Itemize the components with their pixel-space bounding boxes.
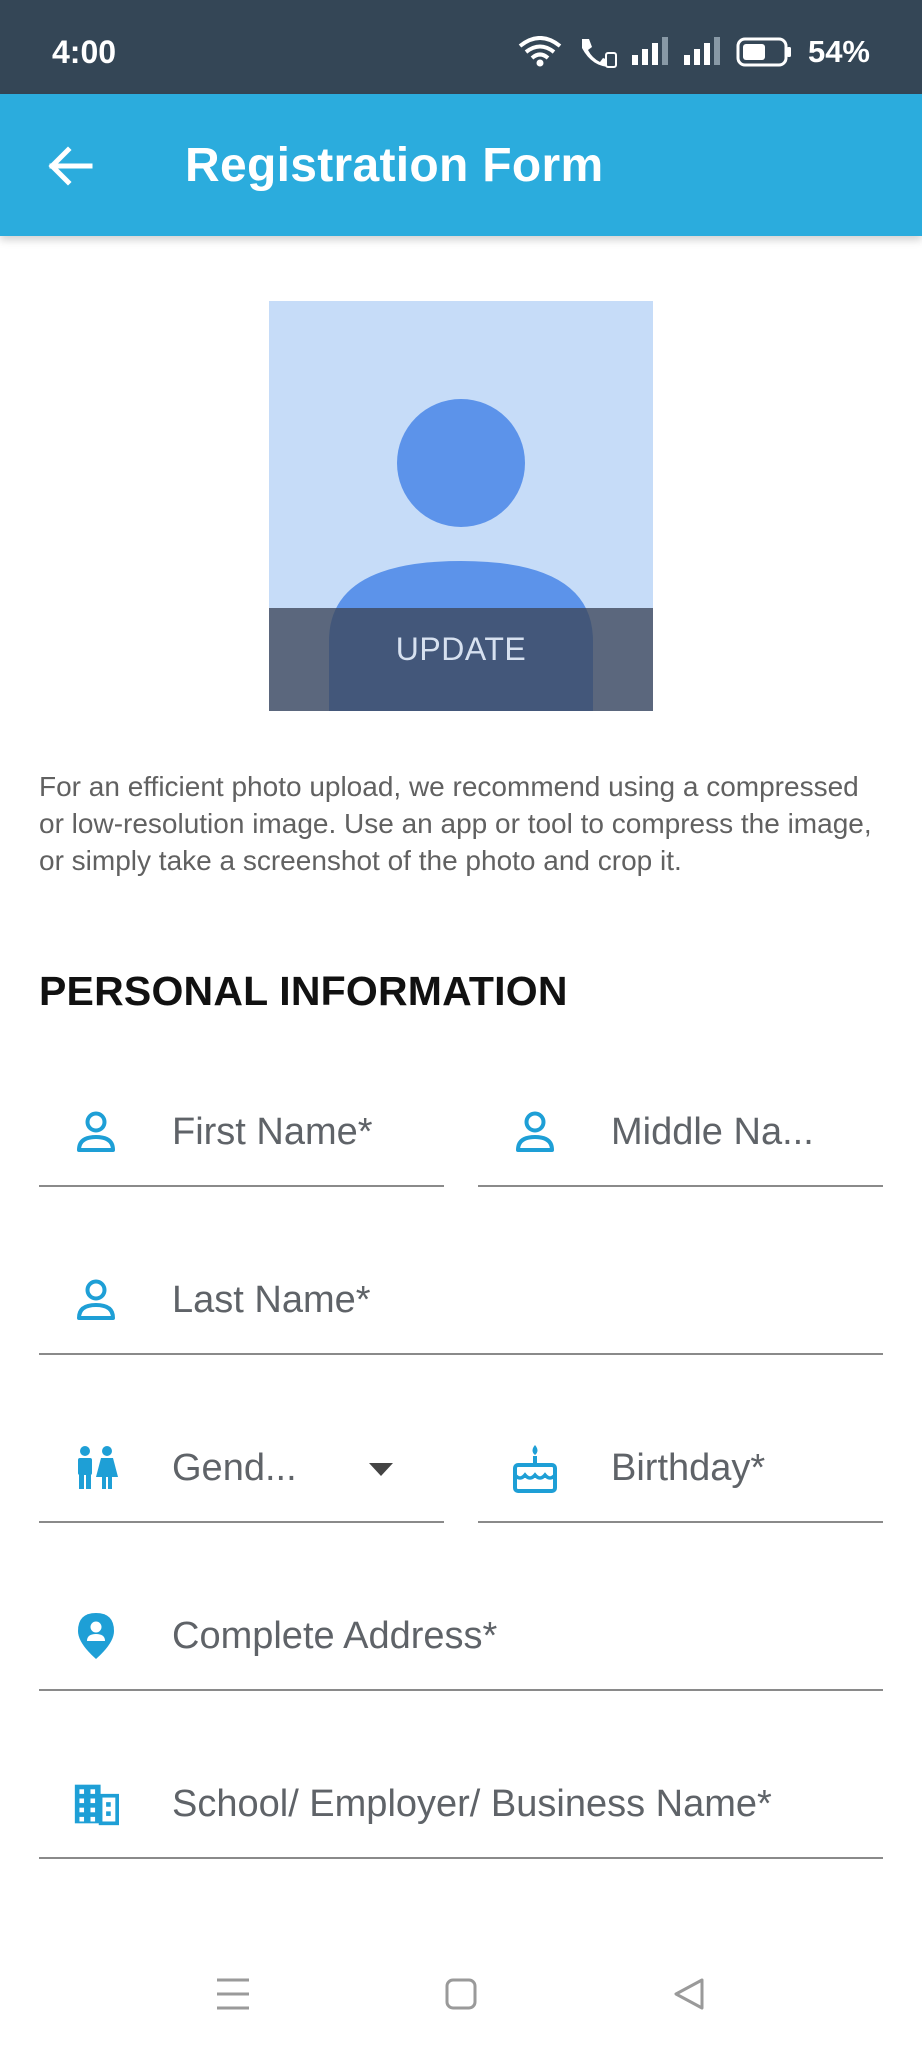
birthday-label: Birthday*: [611, 1447, 766, 1489]
back-button[interactable]: [38, 134, 102, 198]
cake-icon: [512, 1443, 558, 1493]
page-title: Registration Form: [185, 139, 604, 192]
back-nav-button[interactable]: [659, 1966, 719, 2022]
battery-percentage: 54%: [807, 34, 870, 69]
signal-sim1-icon: [631, 37, 668, 65]
building-icon: [73, 1779, 119, 1829]
battery-icon: [736, 37, 791, 67]
system-nav-bar: [0, 1940, 922, 2048]
gender-icon: [73, 1443, 119, 1493]
address-label: Complete Address*: [172, 1615, 498, 1657]
home-square-icon: [445, 1978, 477, 2010]
person-icon: [512, 1107, 558, 1157]
triangle-back-icon: [674, 1978, 704, 2010]
school-employer-field[interactable]: School/ Employer/ Business Name*: [39, 1755, 883, 1859]
signal-sim2-icon: [683, 37, 720, 65]
menu-icon: [217, 1978, 249, 2010]
last-name-field[interactable]: Last Name*: [39, 1251, 883, 1355]
person-icon: [73, 1107, 119, 1157]
section-title: PERSONAL INFORMATION: [39, 968, 568, 1014]
update-photo-button[interactable]: UPDATE: [269, 631, 653, 668]
gender-label: Gend...: [172, 1447, 297, 1489]
profile-photo[interactable]: UPDATE: [269, 301, 653, 711]
middle-name-field[interactable]: Middle Na...: [478, 1083, 883, 1187]
wifi-icon: [518, 36, 562, 67]
last-name-label: Last Name*: [172, 1279, 371, 1321]
recent-apps-button[interactable]: [203, 1966, 263, 2022]
photo-upload-hint: For an efficient photo upload, we recomm…: [39, 771, 872, 876]
first-name-label: First Name*: [172, 1111, 373, 1153]
school-employer-label: School/ Employer/ Business Name*: [172, 1783, 772, 1825]
status-icons: 54%: [518, 34, 870, 70]
person-icon: [73, 1275, 119, 1325]
arrow-left-icon: [48, 146, 93, 186]
home-button[interactable]: [431, 1966, 491, 2022]
middle-name-label: Middle Na...: [611, 1111, 814, 1153]
gender-dropdown[interactable]: Gend...: [39, 1419, 444, 1523]
app-bar: Registration Form: [0, 94, 922, 236]
status-bar: 4:00 54%: [0, 0, 922, 94]
wifi-calling-icon: [581, 39, 617, 68]
status-time: 4:00: [52, 34, 117, 70]
first-name-field[interactable]: First Name*: [39, 1083, 444, 1187]
address-field[interactable]: Complete Address*: [39, 1587, 883, 1691]
location-pin-icon: [73, 1611, 119, 1661]
dropdown-arrow-icon: [369, 1463, 393, 1476]
birthday-field[interactable]: Birthday*: [478, 1419, 883, 1523]
